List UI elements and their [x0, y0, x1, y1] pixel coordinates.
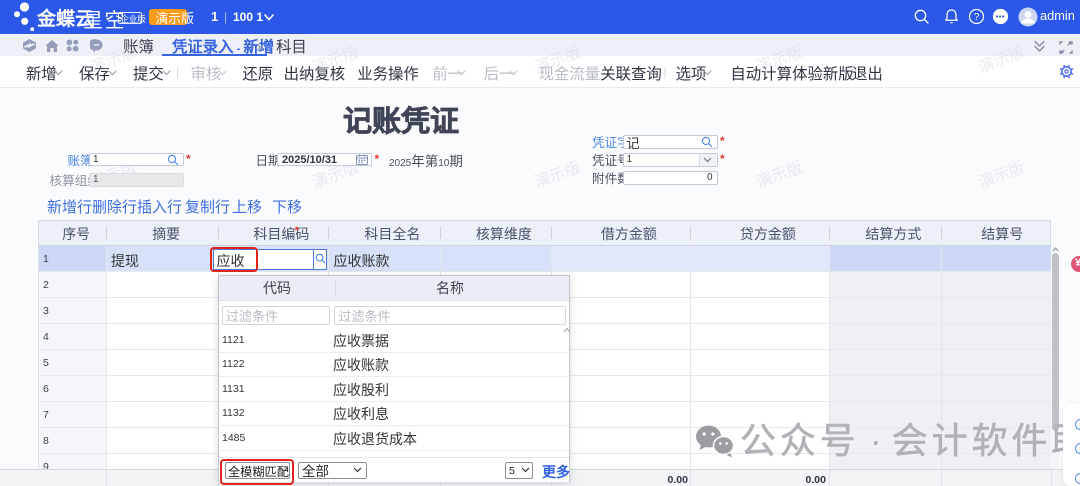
svg-text:?: ? [974, 12, 980, 23]
